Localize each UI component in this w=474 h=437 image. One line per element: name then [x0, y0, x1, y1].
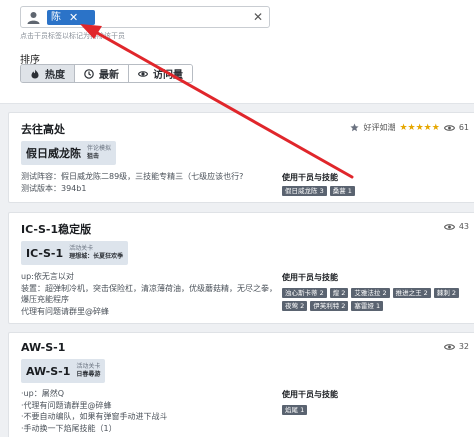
operation-card[interactable]: IC-S-1稳定版 43 IC-S-1 活动关卡 理想城：长夏狂欢季 up:依无…	[8, 212, 474, 324]
star-outline-icon	[350, 123, 360, 132]
stage-code: 假日威龙陈	[26, 147, 81, 160]
rating-label: 好评如潮	[363, 123, 396, 132]
tag-label: 陈	[51, 12, 61, 23]
card-title: 去往高处	[21, 123, 65, 136]
operation-card[interactable]: AW-S-1 32 AW-S-1 活动关卡 日春尋游 ·up：屠然Q ·代理有问…	[8, 332, 474, 437]
operator-tag: 塞雷娅 1	[351, 301, 384, 311]
sort-views-label: 访问量	[153, 70, 183, 81]
stage-subtitle: 狙击	[87, 153, 100, 160]
stage-code: IC-S-1	[26, 246, 64, 260]
desc-line: ·up：屠然Q	[21, 389, 64, 398]
eye-icon	[443, 124, 455, 131]
card-meta: 43	[443, 222, 469, 231]
desc-line: 装置：超弹制冷机，突击保险杠，清凉薄荷油，优级蘑菇精，无尽之拳，	[21, 283, 277, 293]
operators-title: 使用干员与技能	[282, 390, 338, 399]
stage-type: 活动关卡	[69, 245, 94, 252]
remove-tag-icon[interactable]: ✕	[69, 10, 78, 25]
eye-icon	[138, 70, 148, 77]
sort-views-button[interactable]: 访问量	[129, 65, 192, 82]
desc-line: up:依无言以对	[21, 272, 74, 281]
clear-filter-icon[interactable]: ✕	[253, 10, 263, 24]
stage-badge: IC-S-1 活动关卡 理想城：长夏狂欢季	[21, 241, 129, 265]
operator-tag: 桑葚 1	[329, 186, 355, 196]
filter-panel: 陈 ✕ ✕ 点击干员标签以标记为排除该干员 排序 热度 最新 访问量	[0, 0, 474, 104]
view-count: 61	[458, 123, 469, 132]
operator-tags: 焰尾 1	[282, 405, 472, 415]
card-description: up:依无言以对 装置：超弹制冷机，突击保险杠，清凉薄荷油，优级蘑菇精，无尽之拳…	[21, 271, 277, 317]
stage-type: 伴论模拟	[87, 145, 112, 152]
desc-line: ·不要自动编队，如果有弹窗手动进下战斗	[21, 412, 168, 421]
filter-hint: 点击干员标签以标记为排除该干员	[20, 32, 125, 40]
stage-subtitle: 日春尋游	[76, 371, 101, 378]
operator-tag: 推进之王 2	[392, 288, 431, 298]
rating-stars: ★★★★★	[399, 122, 440, 133]
operator-tags: 假日威龙陈 3 桑葚 1	[282, 186, 472, 196]
eye-icon	[443, 223, 455, 230]
desc-line: ·手动换一下焰尾技能（1）	[21, 423, 117, 433]
stage-code: AW-S-1	[26, 364, 71, 378]
sort-hot-label: 热度	[45, 70, 65, 81]
sort-button-group: 热度 最新 访问量	[20, 64, 193, 83]
operator-tag: 夜莺 2	[282, 301, 308, 311]
operator-tag: 艾雅法拉 2	[351, 288, 390, 298]
operator-tag: 伊芙利特 2	[310, 301, 349, 311]
operator-tag: 煌 2	[329, 288, 349, 298]
desc-line: 代理有问题请群里@碎蜂	[21, 306, 109, 316]
operator-filter-input[interactable]: 陈 ✕ ✕	[20, 6, 270, 28]
stage-badge: 假日威龙陈 伴论模拟 狙击	[21, 141, 117, 165]
view-count: 43	[458, 222, 469, 231]
sort-newest-label: 最新	[99, 70, 119, 81]
operator-tag: 浊心斯卡蒂 2	[282, 288, 327, 298]
clock-icon	[84, 68, 94, 79]
card-meta: 32	[443, 342, 469, 351]
sort-newest-button[interactable]: 最新	[75, 65, 129, 82]
card-meta: 好评如潮 ★★★★★ 61	[350, 122, 469, 133]
operators-title: 使用干员与技能	[282, 173, 338, 182]
selected-operator-tag[interactable]: 陈 ✕	[47, 10, 95, 25]
stage-subtitle: 理想城：长夏狂欢季	[69, 253, 124, 260]
operator-tag: 棘刺 2	[433, 288, 460, 298]
operator-tags: 浊心斯卡蒂 2 煌 2 艾雅法拉 2 推进之王 2 棘刺 2 夜莺 2 伊芙利特…	[282, 288, 472, 311]
desc-line: 测试阵容：假日威龙陈二89级，三技能专精三（七级应该也行?	[21, 172, 244, 181]
operator-tag: 焰尾 1	[282, 405, 308, 415]
operation-card[interactable]: 去往高处 好评如潮 ★★★★★ 61 假日威龙陈 伴论模拟 狙击 测试阵容：假日…	[8, 112, 474, 203]
operators-title: 使用干员与技能	[282, 273, 338, 282]
view-count: 32	[458, 342, 469, 351]
card-title: AW-S-1	[21, 341, 66, 354]
card-description: 测试阵容：假日威龙陈二89级，三技能专精三（七级应该也行? 测试版本：394b1	[21, 171, 243, 194]
user-icon	[27, 12, 40, 24]
stage-type: 活动关卡	[76, 363, 101, 370]
desc-line: ·代理有问题请群里@碎蜂	[21, 400, 112, 410]
card-description: ·up：屠然Q ·代理有问题请群里@碎蜂 ·不要自动编队，如果有弹窗手动进下战斗…	[21, 388, 168, 434]
flame-icon	[31, 69, 39, 78]
operator-tag: 假日威龙陈 3	[282, 186, 327, 196]
card-title: IC-S-1稳定版	[21, 223, 92, 236]
eye-icon	[443, 343, 455, 350]
sort-hot-button[interactable]: 热度	[21, 65, 75, 82]
desc-line: 测试版本：394b1	[21, 183, 87, 193]
desc-line: 爆压充能程序	[21, 295, 69, 304]
stage-badge: AW-S-1 活动关卡 日春尋游	[21, 359, 106, 383]
